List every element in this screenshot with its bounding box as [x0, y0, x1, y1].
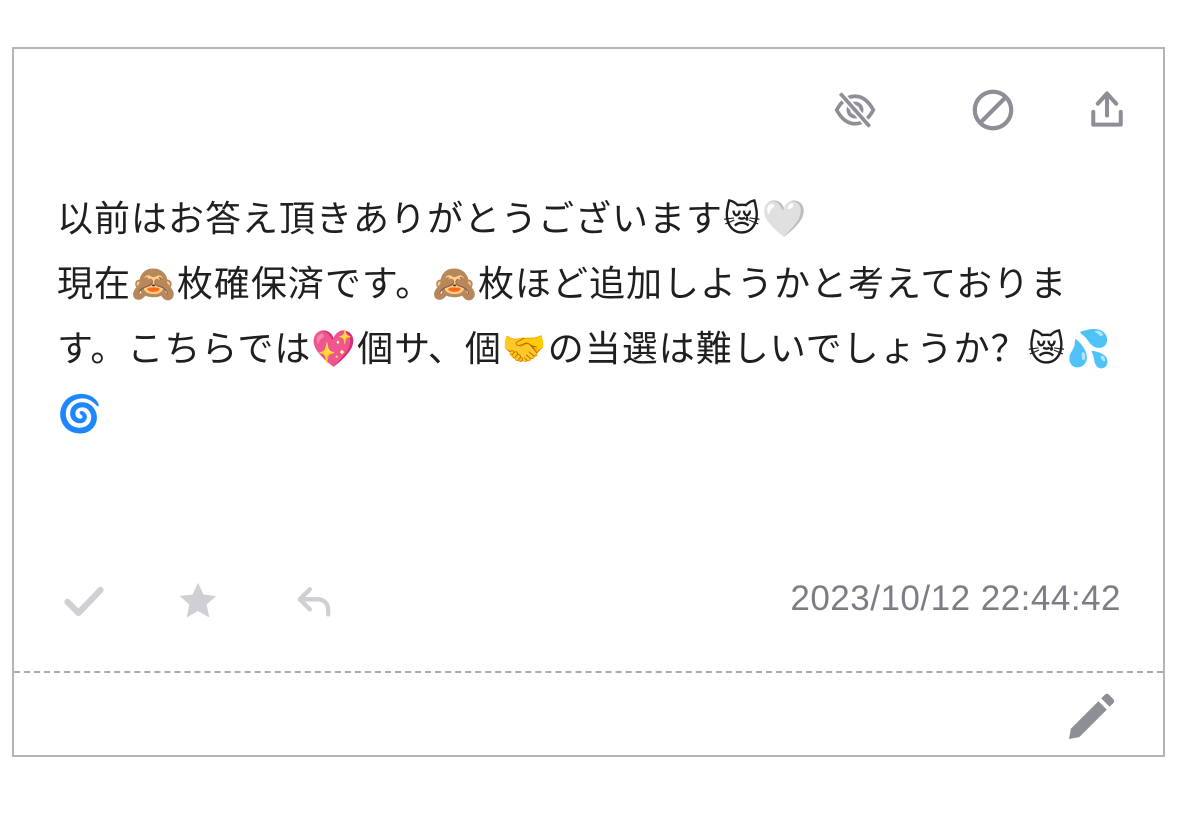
hide-button[interactable]: [827, 85, 883, 135]
block-icon: [972, 89, 1014, 131]
reply-icon: [297, 587, 331, 617]
star-icon: [179, 582, 217, 618]
favorite-button[interactable]: [168, 571, 228, 631]
check-icon: [64, 586, 104, 617]
reply-button[interactable]: [284, 571, 344, 631]
block-button[interactable]: [965, 85, 1021, 135]
eye-off-icon: [834, 91, 876, 129]
pencil-icon: [1069, 693, 1115, 739]
message-actions: [54, 571, 374, 631]
dashed-divider: [14, 671, 1163, 673]
share-icon: [1091, 91, 1123, 127]
message-toolbar: [823, 85, 1163, 135]
share-button[interactable]: [1079, 85, 1135, 135]
mark-done-button[interactable]: [54, 571, 114, 631]
message-card: 以前はお答え頂きありがとうございます😿🤍 現在🙈枚確保済です。🙈枚ほど追加しよう…: [12, 47, 1165, 757]
message-body: 以前はお答え頂きありがとうございます😿🤍 現在🙈枚確保済です。🙈枚ほど追加しよう…: [57, 199, 1113, 435]
message-timestamp: 2023/10/12 22:44:42: [790, 579, 1121, 618]
edit-button[interactable]: [1059, 687, 1121, 749]
